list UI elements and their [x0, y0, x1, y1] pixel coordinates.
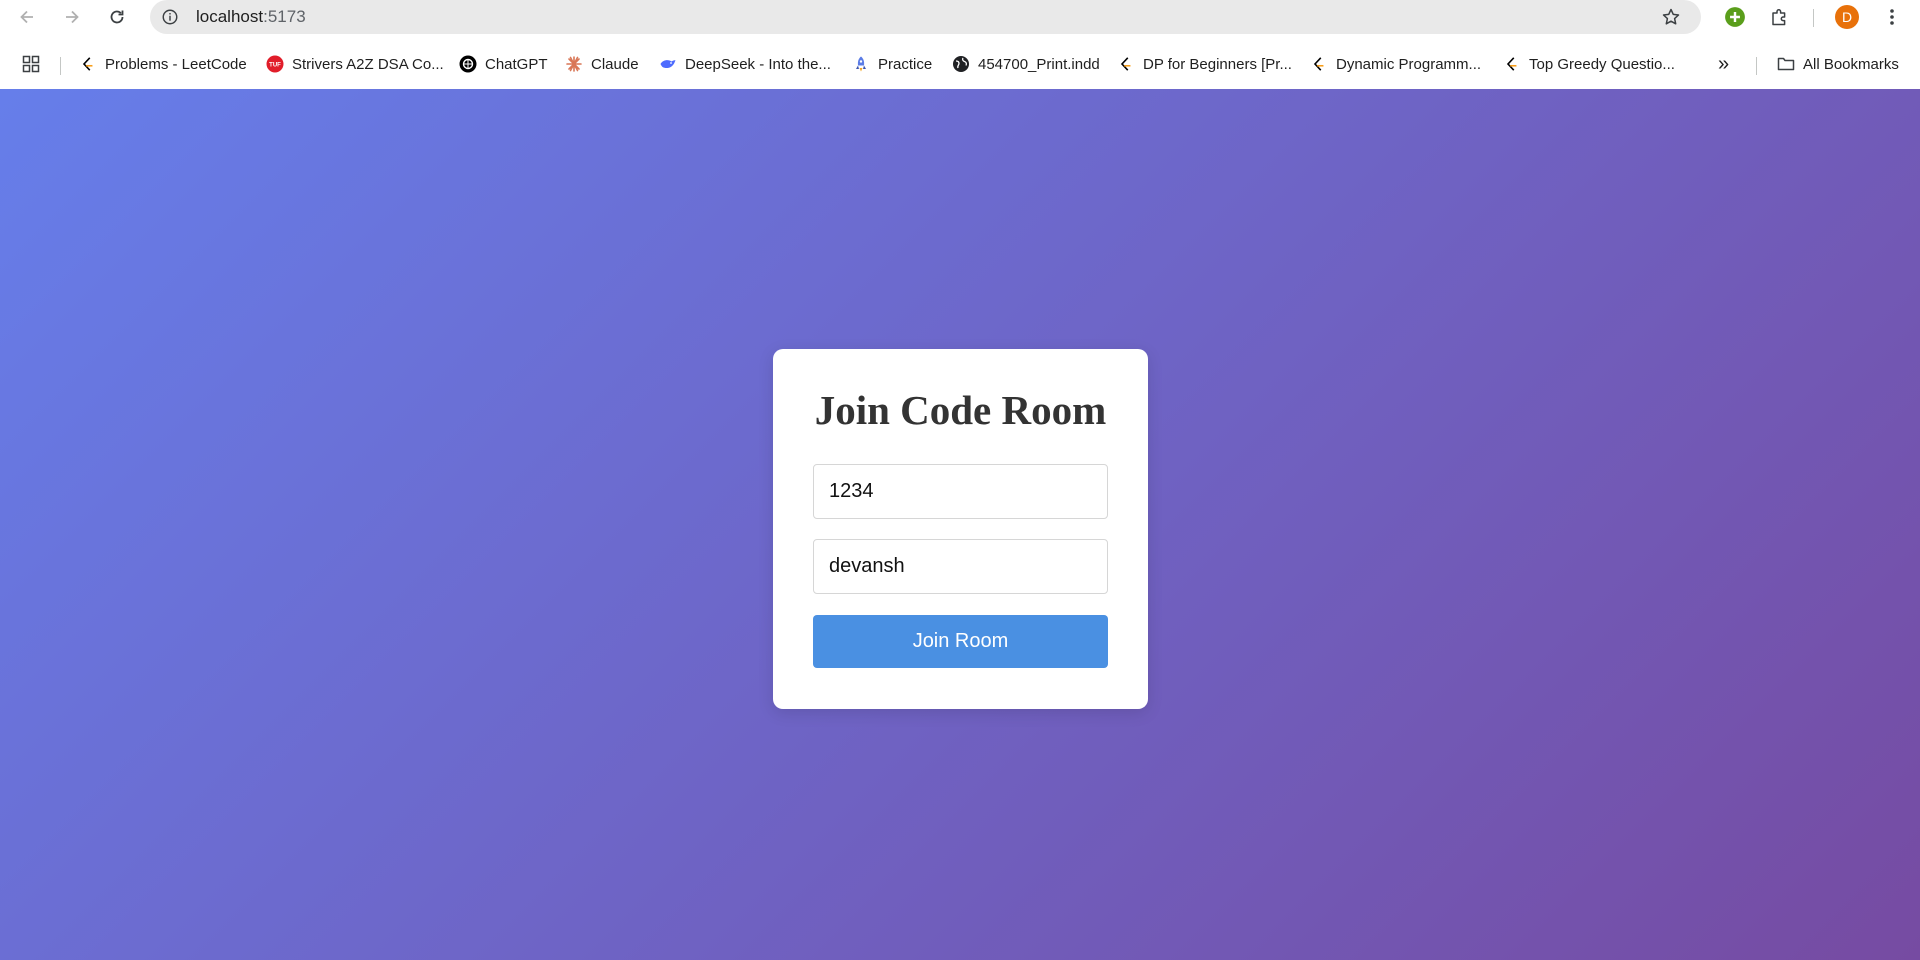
- url-port: :5173: [263, 7, 306, 26]
- bookmark-label: Top Greedy Questio...: [1529, 55, 1675, 73]
- bookmark-label: Problems - LeetCode: [105, 55, 247, 73]
- bookmark-dynamic-programming[interactable]: Dynamic Programm...: [1310, 52, 1481, 76]
- page-title: Join Code Room: [814, 387, 1107, 433]
- bookmarks-bar: Problems - LeetCode TUF Strivers A2Z DSA…: [0, 47, 1920, 81]
- extensions-puzzle-icon[interactable]: [1766, 3, 1794, 31]
- deepseek-icon: [659, 55, 677, 73]
- bookmarks-divider: [1756, 57, 1757, 75]
- browser-menu-icon[interactable]: [1878, 3, 1906, 31]
- bookmark-label: DeepSeek - Into the...: [685, 55, 831, 73]
- bookmark-deepseek[interactable]: DeepSeek - Into the...: [659, 52, 831, 76]
- leetcode-icon: [1503, 55, 1521, 73]
- address-bar[interactable]: localhost:5173: [150, 0, 1701, 34]
- join-room-card: Join Code Room Join Room: [773, 349, 1148, 709]
- bookmark-label: ChatGPT: [485, 55, 548, 73]
- bookmark-top-greedy[interactable]: Top Greedy Questio...: [1503, 52, 1675, 76]
- reload-button[interactable]: [102, 2, 132, 32]
- bookmark-label: DP for Beginners [Pr...: [1143, 55, 1292, 73]
- username-input[interactable]: [813, 539, 1108, 594]
- browser-toolbar: localhost:5173 D: [0, 0, 1920, 34]
- all-bookmarks-label: All Bookmarks: [1803, 55, 1899, 73]
- leetcode-icon: [1310, 55, 1328, 73]
- bookmark-dp-for-beginners[interactable]: DP for Beginners [Pr...: [1117, 52, 1292, 76]
- bookmark-problems-leetcode[interactable]: Problems - LeetCode: [79, 52, 247, 76]
- svg-text:TUF: TUF: [269, 63, 281, 69]
- bookmark-label: Strivers A2Z DSA Co...: [292, 55, 444, 73]
- claude-icon: [565, 55, 583, 73]
- url-host: localhost: [196, 7, 264, 26]
- leetcode-icon: [1117, 55, 1135, 73]
- bookmark-strivers-a2z[interactable]: TUF Strivers A2Z DSA Co...: [266, 52, 444, 76]
- forward-button[interactable]: [57, 2, 87, 32]
- room-id-input[interactable]: [813, 464, 1108, 519]
- all-bookmarks-button[interactable]: All Bookmarks: [1777, 52, 1899, 76]
- bookmark-claude[interactable]: Claude: [565, 52, 639, 76]
- tuf-icon: TUF: [266, 55, 284, 73]
- back-button[interactable]: [12, 2, 42, 32]
- bookmark-practice[interactable]: Practice: [852, 52, 932, 76]
- bookmark-chatgpt[interactable]: ChatGPT: [459, 52, 548, 76]
- leetcode-icon: [79, 55, 97, 73]
- bookmark-label: 454700_Print.indd: [978, 55, 1100, 73]
- url-text: localhost:5173: [196, 8, 306, 26]
- bookmark-label: Practice: [878, 55, 933, 73]
- extension-plus-icon[interactable]: [1721, 3, 1749, 31]
- bookmark-star-icon[interactable]: [1659, 5, 1683, 29]
- toolbar-divider: [1813, 9, 1814, 27]
- bookmark-label: Claude: [591, 55, 639, 73]
- folder-icon: [1777, 55, 1795, 73]
- bookmark-label: Dynamic Programm...: [1336, 55, 1482, 73]
- chevron-double-right-icon: »: [1718, 52, 1730, 75]
- chatgpt-icon: [459, 55, 477, 73]
- apps-button[interactable]: [22, 52, 48, 76]
- bookmarks-divider: [60, 57, 61, 75]
- apps-grid-icon: [22, 55, 40, 73]
- join-room-button[interactable]: Join Room: [813, 615, 1108, 668]
- page-background: Join Code Room Join Room: [0, 89, 1920, 960]
- profile-button[interactable]: D: [1833, 3, 1861, 31]
- site-info-icon[interactable]: [158, 5, 182, 29]
- avatar: D: [1835, 5, 1859, 29]
- back-arrow-icon: [20, 10, 33, 24]
- globe-icon: [952, 55, 970, 73]
- rocket-icon: [852, 55, 870, 73]
- reload-icon: [110, 10, 124, 24]
- bookmark-454700-print[interactable]: 454700_Print.indd: [952, 52, 1100, 76]
- forward-arrow-icon: [66, 10, 79, 24]
- bookmarks-overflow-button[interactable]: »: [1718, 52, 1729, 76]
